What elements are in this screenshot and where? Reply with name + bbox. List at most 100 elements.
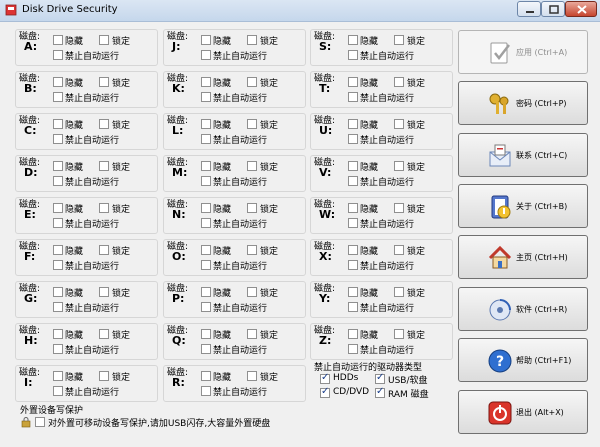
software-button[interactable]: 软件 (Ctrl+R) (458, 287, 588, 331)
drive-x-hidden-checkbox[interactable] (348, 245, 358, 255)
drive-y-hidden-checkbox[interactable] (348, 287, 358, 297)
drive-v-no-autorun-checkbox[interactable] (348, 176, 358, 186)
drive-d-hidden-checkbox[interactable] (53, 161, 63, 171)
drive-h-no-autorun-checkbox[interactable] (53, 344, 63, 354)
drive-o-no-autorun-checkbox[interactable] (201, 260, 211, 270)
drive-g-no-autorun-checkbox[interactable] (53, 302, 63, 312)
drive-i-hidden-checkbox[interactable] (53, 371, 63, 381)
hidden-label: 隐藏 (65, 289, 84, 299)
contact-button[interactable]: 联系 (Ctrl+C) (458, 133, 588, 177)
drive-x-lock-checkbox[interactable] (394, 245, 404, 255)
drive-y-lock-checkbox[interactable] (394, 287, 404, 297)
drive-d-lock-checkbox[interactable] (99, 161, 109, 171)
drive-f-hidden-checkbox[interactable] (53, 245, 63, 255)
drive-q-lock-checkbox[interactable] (247, 329, 257, 339)
drive-e-no-autorun-checkbox[interactable] (53, 218, 63, 228)
drive-a-no-autorun-checkbox[interactable] (53, 50, 63, 60)
drive-t-hidden-checkbox[interactable] (348, 77, 358, 87)
drive-letter: B: (24, 82, 37, 95)
drive-w-hidden-checkbox[interactable] (348, 203, 358, 213)
drive-n-hidden-checkbox[interactable] (201, 203, 211, 213)
drive-r-hidden-checkbox[interactable] (201, 371, 211, 381)
help-button[interactable]: ? 帮助 (Ctrl+F1) (458, 338, 588, 382)
home-button[interactable]: 主页 (Ctrl+H) (458, 235, 588, 279)
drive-v-lock-checkbox[interactable] (394, 161, 404, 171)
drive-u-no-autorun-checkbox[interactable] (348, 134, 358, 144)
drive-n-lock-checkbox[interactable] (247, 203, 257, 213)
drive-g-lock-checkbox[interactable] (99, 287, 109, 297)
drive-w-no-autorun-checkbox[interactable] (348, 218, 358, 228)
drive-c-no-autorun-checkbox[interactable] (53, 134, 63, 144)
drive-j-hidden-checkbox[interactable] (201, 35, 211, 45)
drive-h-hidden-checkbox[interactable] (53, 329, 63, 339)
drive-z-lock-checkbox[interactable] (394, 329, 404, 339)
drive-i-lock-checkbox[interactable] (99, 371, 109, 381)
drive-o-lock-checkbox[interactable] (247, 245, 257, 255)
drive-l-hidden-checkbox[interactable] (201, 119, 211, 129)
drive-d-no-autorun-checkbox[interactable] (53, 176, 63, 186)
drive-t-lock-checkbox[interactable] (394, 77, 404, 87)
drive-w-lock-checkbox[interactable] (394, 203, 404, 213)
autorun-hdds-checkbox[interactable] (320, 372, 330, 384)
lock-label: 锁定 (407, 289, 426, 299)
drive-a-lock-checkbox[interactable] (99, 35, 109, 45)
drive-a-hidden-checkbox[interactable] (53, 35, 63, 45)
drive-m-no-autorun-checkbox[interactable] (201, 176, 211, 186)
exit-button[interactable]: 退出 (Alt+X) (458, 390, 588, 434)
drive-l-lock-checkbox[interactable] (247, 119, 257, 129)
drive-r-lock-checkbox[interactable] (247, 371, 257, 381)
autorun-usb-checkbox[interactable] (375, 372, 385, 384)
apply-icon (490, 42, 510, 64)
drive-r-no-autorun-checkbox[interactable] (201, 386, 211, 396)
drive-c-hidden-checkbox[interactable] (53, 119, 63, 129)
drive-v-hidden-checkbox[interactable] (348, 161, 358, 171)
drive-e-hidden-checkbox[interactable] (53, 203, 63, 213)
drive-i-no-autorun-checkbox[interactable] (53, 386, 63, 396)
drive-s-lock-checkbox[interactable] (394, 35, 404, 45)
drive-e-lock-checkbox[interactable] (99, 203, 109, 213)
drive-c-lock-checkbox[interactable] (99, 119, 109, 129)
apply-button[interactable]: 应用 (Ctrl+A) (458, 30, 588, 74)
drive-p-hidden-checkbox[interactable] (201, 287, 211, 297)
drive-o-hidden-checkbox[interactable] (201, 245, 211, 255)
drive-b-lock-checkbox[interactable] (99, 77, 109, 87)
hidden-label: 隐藏 (360, 37, 379, 47)
external-write-protect-checkbox[interactable] (35, 417, 45, 427)
drive-x-no-autorun-checkbox[interactable] (348, 260, 358, 270)
drive-s-hidden-checkbox[interactable] (348, 35, 358, 45)
drive-j-no-autorun-checkbox[interactable] (201, 50, 211, 60)
drive-s-no-autorun-checkbox[interactable] (348, 50, 358, 60)
drive-k-hidden-checkbox[interactable] (201, 77, 211, 87)
drive-p-no-autorun-checkbox[interactable] (201, 302, 211, 312)
drive-z-hidden-checkbox[interactable] (348, 329, 358, 339)
drive-u-hidden-checkbox[interactable] (348, 119, 358, 129)
drive-h-lock-checkbox[interactable] (99, 329, 109, 339)
drive-f-lock-checkbox[interactable] (99, 245, 109, 255)
drive-j-lock-checkbox[interactable] (247, 35, 257, 45)
drive-n-no-autorun-checkbox[interactable] (201, 218, 211, 228)
title-bar[interactable]: Disk Drive Security (0, 0, 600, 22)
drive-z-no-autorun-checkbox[interactable] (348, 344, 358, 354)
drive-b-no-autorun-checkbox[interactable] (53, 92, 63, 102)
drive-b-hidden-checkbox[interactable] (53, 77, 63, 87)
drive-m-hidden-checkbox[interactable] (201, 161, 211, 171)
autorun-ram-checkbox[interactable] (375, 386, 385, 398)
drive-q-no-autorun-checkbox[interactable] (201, 344, 211, 354)
maximize-button[interactable] (541, 1, 565, 17)
autorun-cddvd-checkbox[interactable] (320, 386, 330, 398)
drive-k-no-autorun-checkbox[interactable] (201, 92, 211, 102)
drive-m-lock-checkbox[interactable] (247, 161, 257, 171)
drive-l-no-autorun-checkbox[interactable] (201, 134, 211, 144)
drive-t-no-autorun-checkbox[interactable] (348, 92, 358, 102)
drive-u-lock-checkbox[interactable] (394, 119, 404, 129)
drive-k-lock-checkbox[interactable] (247, 77, 257, 87)
minimize-button[interactable] (517, 1, 541, 17)
drive-q-hidden-checkbox[interactable] (201, 329, 211, 339)
close-button[interactable] (565, 1, 597, 17)
drive-y-no-autorun-checkbox[interactable] (348, 302, 358, 312)
about-button[interactable]: 关于 (Ctrl+B) (458, 184, 588, 228)
drive-f-no-autorun-checkbox[interactable] (53, 260, 63, 270)
drive-p-lock-checkbox[interactable] (247, 287, 257, 297)
drive-g-hidden-checkbox[interactable] (53, 287, 63, 297)
keys-button[interactable]: 密码 (Ctrl+P) (458, 81, 588, 125)
